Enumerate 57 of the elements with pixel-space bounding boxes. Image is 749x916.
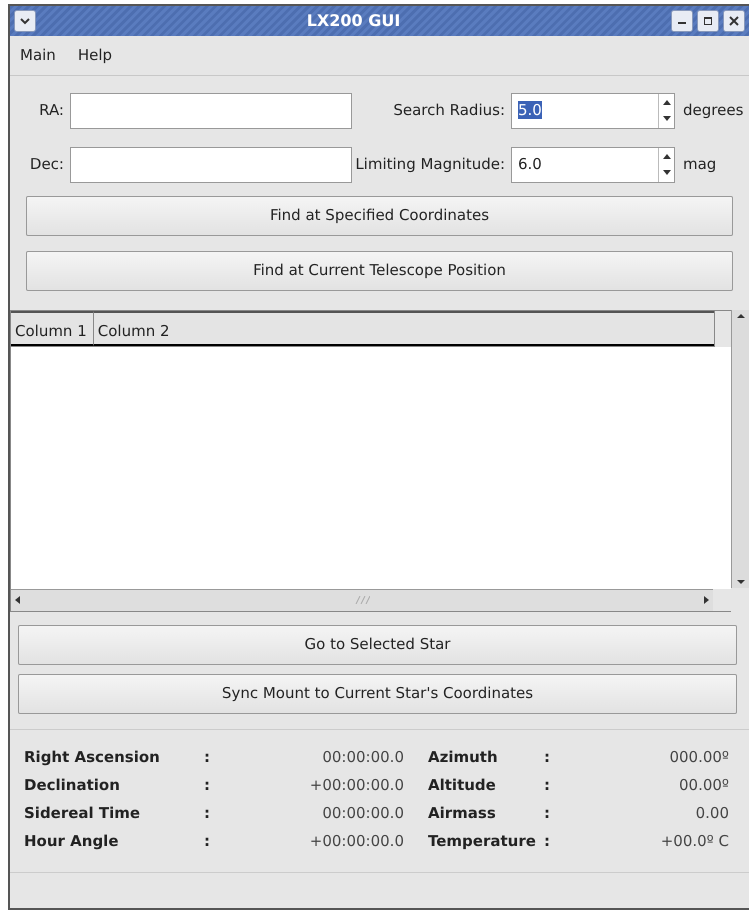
menu-item[interactable]: Help	[78, 44, 112, 66]
separator: :	[204, 803, 211, 824]
action-button[interactable]: Go to Selected Star	[18, 624, 737, 664]
grip-icon	[354, 596, 370, 604]
close-button[interactable]	[723, 10, 745, 32]
text-field[interactable]	[70, 92, 352, 128]
separator: :	[204, 775, 211, 796]
spin-down-icon[interactable]	[662, 116, 670, 122]
status-value: 0.00	[694, 803, 729, 824]
field-label: Dec:	[28, 154, 65, 176]
unit-label: mag	[682, 154, 718, 176]
status-label: Altitude	[427, 775, 497, 796]
status-label: Hour Angle	[24, 831, 120, 852]
separator: :	[544, 775, 551, 796]
status-value: 000.00º	[668, 747, 729, 768]
status-value: +00:00:00.0	[308, 775, 404, 796]
vertical-scrollbar[interactable]	[731, 310, 749, 588]
horizontal-scrollbar[interactable]	[11, 588, 713, 610]
spin-field[interactable]: 5.0	[511, 92, 675, 128]
chevron-down-icon[interactable]	[20, 17, 30, 25]
separator: :	[544, 803, 551, 824]
separator: :	[204, 831, 211, 852]
status-value: +00:00:00.0	[308, 831, 404, 852]
separator: :	[204, 747, 211, 768]
status-value: +00.0º C	[660, 831, 729, 852]
unit-label: degrees	[682, 100, 741, 122]
maximize-button[interactable]	[697, 10, 719, 32]
status-label: Airmass	[427, 803, 497, 824]
find-button[interactable]: Find at Current Telescope Position	[26, 250, 733, 290]
status-value: 00.00º	[678, 775, 729, 796]
window-title: LX200 GUI	[306, 10, 402, 32]
spin-up-icon[interactable]	[662, 99, 670, 105]
close-icon[interactable]	[729, 16, 739, 26]
status-label: Temperature	[427, 831, 537, 852]
menu-item[interactable]: Main	[20, 44, 56, 66]
status-label: Declination	[24, 775, 121, 796]
find-button[interactable]: Find at Specified Coordinates	[26, 196, 733, 236]
maximize-icon[interactable]	[703, 16, 713, 26]
field-label: RA:	[38, 100, 65, 122]
field-label: Limiting Magnitude:	[354, 154, 506, 176]
status-label: Azimuth	[427, 747, 499, 768]
spin-field[interactable]: 6.0	[511, 146, 675, 182]
spin-up-icon[interactable]	[662, 153, 670, 159]
column-header[interactable]: Column 1	[11, 310, 94, 346]
status-value: 00:00:00.0	[321, 803, 404, 824]
separator: :	[544, 831, 551, 852]
action-button[interactable]: Sync Mount to Current Star's Coordinates	[18, 674, 737, 714]
minimize-button[interactable]	[671, 10, 693, 32]
text-field[interactable]	[70, 146, 352, 182]
status-label: Sidereal Time	[24, 803, 142, 824]
column-header[interactable]: Column 2	[94, 310, 714, 346]
status-value: 00:00:00.0	[321, 747, 404, 768]
spin-down-icon[interactable]	[662, 170, 670, 176]
status-label: Right Ascension	[24, 747, 161, 768]
separator: :	[544, 747, 551, 768]
field-label: Search Radius:	[392, 100, 506, 122]
window-menu-button[interactable]	[14, 10, 36, 32]
